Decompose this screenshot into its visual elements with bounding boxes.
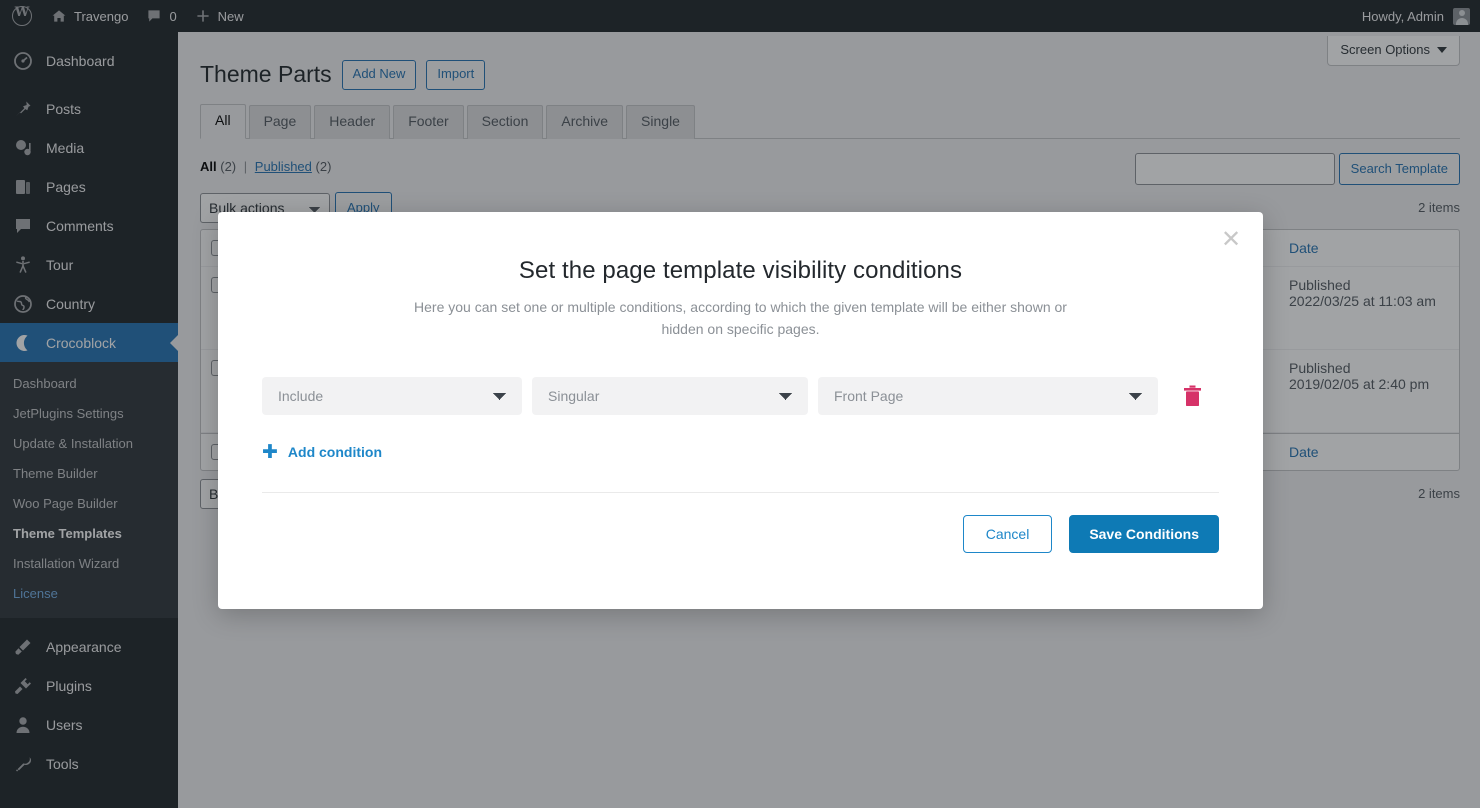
close-icon[interactable]: ✕ (1217, 226, 1245, 254)
condition-include-select[interactable]: Include (262, 376, 522, 415)
modal-actions: Cancel Save Conditions (218, 493, 1263, 553)
delete-condition-button[interactable] (1179, 381, 1205, 411)
save-conditions-button[interactable]: Save Conditions (1069, 514, 1219, 553)
conditions-area: Include Singular Front Page ✚ Add condit… (218, 341, 1263, 462)
add-condition-button[interactable]: ✚ Add condition (262, 443, 1219, 462)
condition-scope-select[interactable]: Singular (532, 376, 808, 415)
plus-icon: ✚ (262, 441, 278, 463)
modal-description: Here you can set one or multiple conditi… (414, 299, 1067, 338)
trash-icon (1183, 385, 1201, 406)
add-condition-label: Add condition (287, 444, 383, 461)
condition-row: Include Singular Front Page (262, 376, 1219, 415)
condition-target-select[interactable]: Front Page (818, 376, 1158, 415)
visibility-conditions-modal: ✕ Set the page template visibility condi… (218, 212, 1263, 609)
modal-title: Set the page template visibility conditi… (518, 257, 963, 284)
cancel-button[interactable]: Cancel (962, 514, 1053, 553)
